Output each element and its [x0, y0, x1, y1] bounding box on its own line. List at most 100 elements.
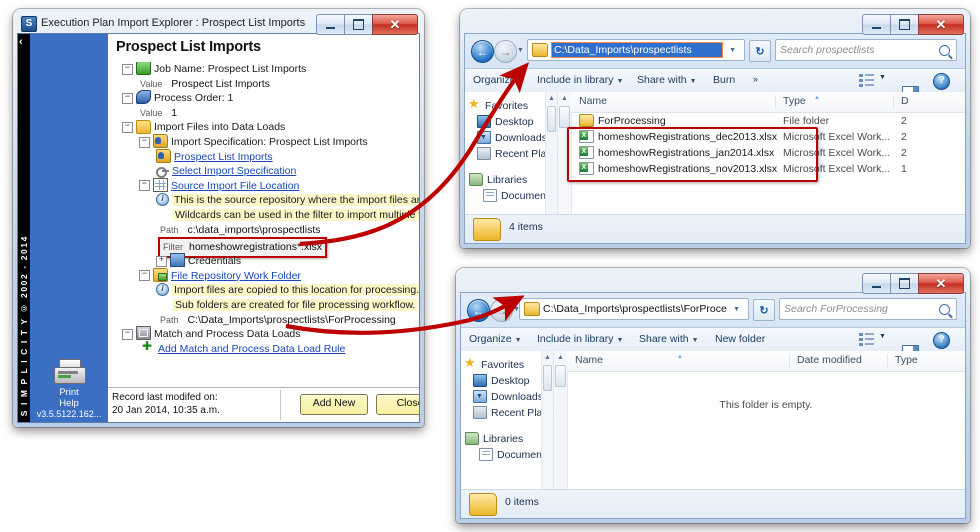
- scrollbar-thumb[interactable]: [543, 365, 552, 391]
- search-box[interactable]: Search ForProcessing: [779, 298, 957, 320]
- search-box[interactable]: Search prospectlists: [775, 39, 957, 61]
- column-header-type[interactable]: Type: [895, 354, 918, 366]
- view-chevron-icon[interactable]: ▼: [879, 74, 886, 81]
- column-divider[interactable]: [775, 95, 776, 109]
- tree-item-job-name[interactable]: − Job Name: Prospect List Imports: [108, 62, 419, 77]
- close-record-button[interactable]: Close: [376, 394, 419, 415]
- help-icon[interactable]: ?: [933, 332, 950, 349]
- expander-minus-icon[interactable]: −: [139, 270, 150, 282]
- column-headers[interactable]: Name ▲ Date modified Type: [567, 351, 965, 372]
- app-window-controls[interactable]: ✕: [316, 14, 418, 35]
- expander-minus-icon[interactable]: −: [139, 136, 150, 148]
- scroll-up-icon[interactable]: ▲: [546, 92, 557, 105]
- scrollbar-thumb[interactable]: [547, 106, 556, 132]
- tree-link-select-import-spec[interactable]: Select Import Specification: [108, 164, 419, 179]
- column-header-date[interactable]: D: [901, 95, 909, 107]
- scrollbar-thumb[interactable]: [555, 365, 566, 387]
- burn-button[interactable]: Burn: [713, 74, 735, 86]
- explorer-top-toolbar[interactable]: Organize ▼ Include in library ▼ Share with…: [465, 69, 965, 101]
- nav-item-downloads[interactable]: Downloads: [461, 389, 553, 405]
- nav-item-desktop[interactable]: Desktop: [465, 114, 557, 130]
- close-button[interactable]: ✕: [918, 14, 964, 35]
- column-divider[interactable]: [789, 354, 790, 368]
- nav-item-downloads[interactable]: Downloads: [465, 130, 557, 146]
- execution-plan-import-explorer-window[interactable]: S Execution Plan Import Explorer : Prosp…: [13, 9, 424, 427]
- table-row[interactable]: ForProcessing File folder 2: [571, 113, 965, 129]
- help-icon[interactable]: ?: [933, 73, 950, 90]
- expander-minus-icon[interactable]: −: [122, 63, 133, 75]
- expander-minus-icon[interactable]: −: [122, 122, 133, 134]
- new-folder-button[interactable]: New folder: [715, 333, 765, 345]
- column-divider[interactable]: [893, 95, 894, 109]
- address-text[interactable]: C:\Data_Imports\prospectlists: [551, 42, 724, 58]
- maximize-button[interactable]: [890, 14, 918, 35]
- maximize-button[interactable]: [344, 14, 372, 35]
- back-button[interactable]: ←: [467, 299, 490, 322]
- tree-item-import-spec[interactable]: − Import Specification: Prospect List Imp…: [108, 134, 419, 150]
- maximize-button[interactable]: [890, 273, 918, 294]
- nav-item-recent-places[interactable]: Recent Places: [465, 146, 563, 162]
- view-chevron-icon[interactable]: ▼: [879, 333, 886, 340]
- table-row[interactable]: homeshowRegistrations_jan2014.xlsx Micro…: [571, 145, 965, 161]
- column-header-date-modified[interactable]: Date modified: [797, 354, 862, 366]
- row-name[interactable]: homeshowRegistrations_dec2013.xlsx: [579, 129, 777, 145]
- address-text[interactable]: C:\Data_Imports\prospectlists\ForProcess…: [543, 303, 727, 315]
- add-new-button[interactable]: Add New: [300, 394, 368, 415]
- close-button[interactable]: ✕: [372, 14, 418, 35]
- add-match-and-process-rule-link[interactable]: Add Match and Process Data Load Rule: [158, 343, 345, 355]
- explorer-bottom-window-controls[interactable]: ✕: [862, 273, 964, 294]
- tree-item-source-import-file-location[interactable]: − Source Import File Location: [108, 177, 419, 194]
- file-repository-work-folder-link[interactable]: File Repository Work Folder: [171, 270, 301, 282]
- scroll-up-icon[interactable]: ▲: [558, 92, 571, 105]
- column-divider[interactable]: [887, 354, 888, 368]
- refresh-button[interactable]: ↻: [749, 40, 771, 62]
- include-in-library-menu[interactable]: Include in library ▼: [537, 333, 623, 345]
- expander-plus-icon[interactable]: +: [156, 255, 167, 267]
- expander-minus-icon[interactable]: −: [122, 92, 133, 104]
- table-row[interactable]: homeshowRegistrations_nov2013.xlsx Micro…: [571, 161, 965, 177]
- minimize-button[interactable]: [316, 14, 344, 35]
- explorer-top-window-controls[interactable]: ✕: [862, 14, 964, 35]
- nav-item-documents[interactable]: Documents: [465, 188, 557, 204]
- address-bar[interactable]: C:\Data_Imports\prospectlists\ForProcess…: [519, 298, 749, 320]
- tree-link-add-rule[interactable]: Add Match and Process Data Load Rule: [108, 340, 419, 357]
- printer-icon[interactable]: [52, 358, 86, 386]
- help-label[interactable]: Help: [59, 398, 79, 409]
- collapse-chevron-icon[interactable]: ‹: [19, 36, 23, 48]
- forward-button[interactable]: →: [494, 40, 517, 63]
- table-row[interactable]: homeshowRegistrations_dec2013.xlsx Micro…: [571, 129, 965, 145]
- select-import-specification-link[interactable]: Select Import Specification: [172, 165, 296, 177]
- tree-item-import-files[interactable]: − Import Files into Data Loads: [108, 119, 419, 135]
- address-bar[interactable]: C:\Data_Imports\prospectlists ▼: [527, 39, 745, 61]
- nav-item-documents[interactable]: Documents: [461, 447, 553, 463]
- scrollbar-thumb[interactable]: [559, 106, 570, 128]
- close-button[interactable]: ✕: [918, 273, 964, 294]
- column-header-name[interactable]: Name: [579, 95, 607, 107]
- forward-button[interactable]: →: [490, 299, 513, 322]
- change-view-icon[interactable]: [859, 332, 874, 345]
- nav-libraries-header[interactable]: Libraries: [461, 431, 553, 447]
- print-label[interactable]: Print: [59, 387, 79, 398]
- source-import-file-location-link[interactable]: Source Import File Location: [171, 180, 299, 192]
- prospect-list-imports-link[interactable]: Prospect List Imports: [174, 151, 273, 163]
- change-view-icon[interactable]: [859, 73, 874, 86]
- row-name[interactable]: homeshowRegistrations_nov2013.xlsx: [579, 161, 777, 177]
- tree-item-match-and-process[interactable]: − Match and Process Data Loads: [108, 326, 419, 342]
- column-header-type[interactable]: Type: [783, 95, 806, 107]
- refresh-button[interactable]: ↻: [753, 299, 775, 321]
- tree-item-credentials[interactable]: + Credentials: [108, 253, 419, 269]
- nav-favorites-header[interactable]: Favorites: [461, 356, 553, 373]
- explorer-window-prospectlists[interactable]: ✕ ← → ▼ C:\Data_Imports\prospectlists ▼ …: [460, 9, 970, 248]
- nav-item-recent-places[interactable]: Recent Places: [461, 405, 559, 421]
- scroll-up-icon[interactable]: ▲: [542, 351, 553, 364]
- file-rows[interactable]: ForProcessing File folder 2 homeshowRegi…: [567, 113, 965, 227]
- execution-plan-tree[interactable]: − Job Name: Prospect List Imports Value P…: [108, 62, 419, 388]
- share-with-menu[interactable]: Share with ▼: [639, 333, 699, 345]
- search-placeholder[interactable]: Search ForProcessing: [784, 303, 939, 315]
- search-placeholder[interactable]: Search prospectlists: [780, 44, 939, 56]
- chevron-down-icon[interactable]: ▼: [727, 306, 746, 313]
- scroll-up-icon[interactable]: ▲: [554, 351, 567, 364]
- explorer-window-forprocessing[interactable]: ✕ ← → ▼ C:\Data_Imports\prospectlists\Fo…: [456, 268, 970, 523]
- back-button[interactable]: ←: [471, 40, 494, 63]
- organize-menu[interactable]: Organize ▼: [473, 74, 526, 86]
